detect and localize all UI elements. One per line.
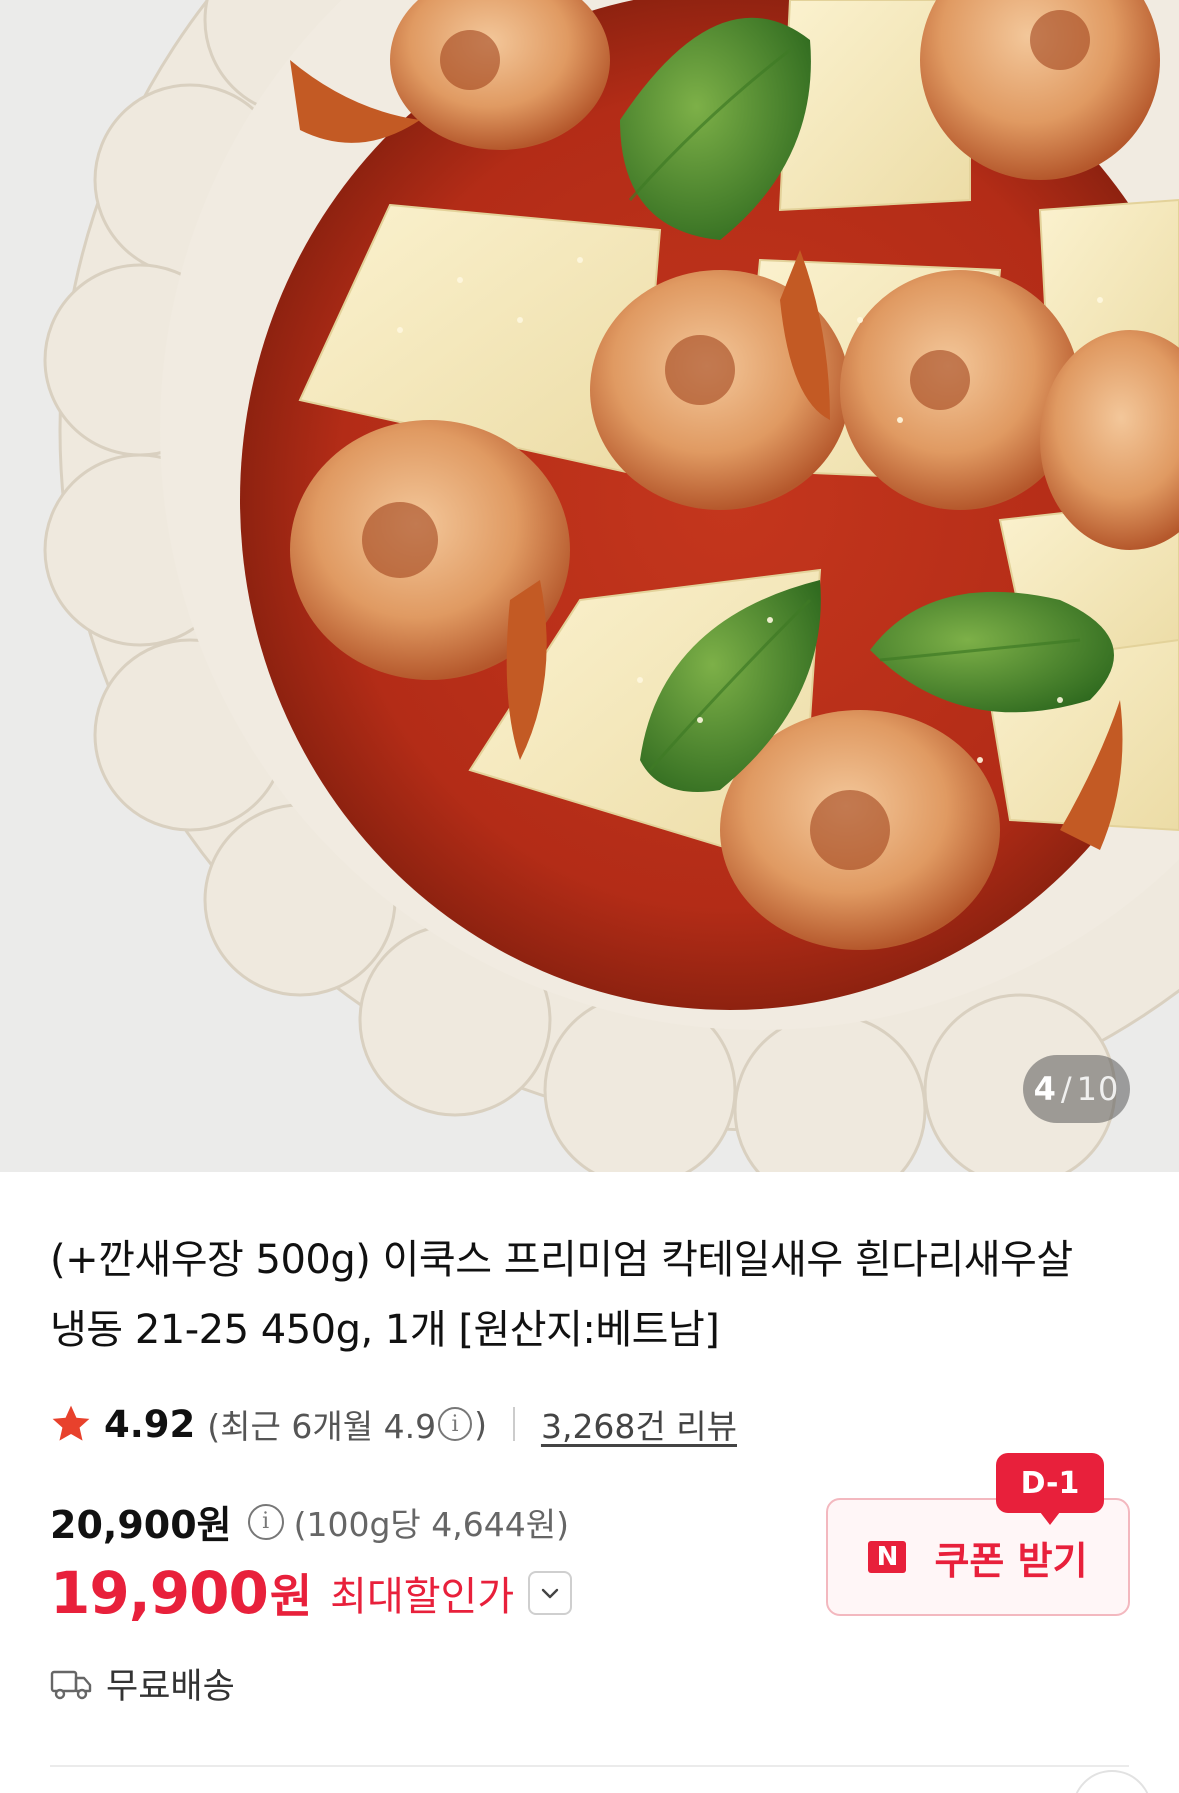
recent-rating: (최근 6개월 4.9 i )	[207, 1400, 487, 1448]
rating-score: 4.92	[104, 1402, 196, 1446]
image-counter-separator: /	[1060, 1070, 1073, 1108]
product-image[interactable]: 4 / 10	[0, 0, 1179, 1172]
price-detail-toggle[interactable]	[528, 1571, 573, 1615]
image-counter: 4 / 10	[1023, 1055, 1130, 1123]
section-divider	[50, 1765, 1129, 1767]
divider	[512, 1407, 515, 1441]
image-counter-current: 4	[1033, 1070, 1057, 1108]
sale-price-currency: 원	[269, 1569, 313, 1623]
coupon-label: 쿠폰 받기	[934, 1538, 1088, 1583]
original-price-row: 20,900원 i (100g당 4,644원)	[50, 1494, 569, 1549]
naver-coupon-icon: N	[868, 1541, 907, 1573]
rating-row: 4.92 (최근 6개월 4.9 i ) 3,268건 리뷰	[50, 1398, 737, 1450]
product-title: (+깐새우장 500g) 이쿡스 프리미엄 칵테일새우 흰다리새우살 냉동 21…	[50, 1237, 1073, 1353]
recent-rating-close: )	[474, 1404, 487, 1444]
floating-button[interactable]	[1072, 1770, 1152, 1793]
sale-price: 19,900	[50, 1559, 269, 1627]
coupon-button[interactable]: N 쿠폰 받기	[826, 1498, 1130, 1616]
info-icon[interactable]: i	[247, 1503, 284, 1540]
dday-badge: D-1	[996, 1453, 1104, 1525]
unit-price: (100g당 4,644원)	[293, 1504, 569, 1544]
chevron-down-icon	[541, 1588, 559, 1599]
food-photo	[0, 0, 1179, 1172]
recent-rating-text: (최근 6개월 4.9	[207, 1407, 437, 1446]
reviews-link[interactable]: 3,268건 리뷰	[541, 1400, 737, 1448]
original-price: 20,900원	[50, 1503, 232, 1547]
sale-price-row: 19,900 원 최대할인가	[50, 1559, 573, 1627]
star-icon	[52, 1405, 90, 1441]
max-discount-label: 최대할인가	[330, 1574, 515, 1620]
image-counter-total: 10	[1076, 1070, 1120, 1108]
truck-icon	[50, 1670, 92, 1699]
info-icon[interactable]: i	[438, 1407, 473, 1441]
shipping-label: 무료배송	[106, 1667, 235, 1707]
shipping-row: 무료배송	[50, 1658, 235, 1709]
